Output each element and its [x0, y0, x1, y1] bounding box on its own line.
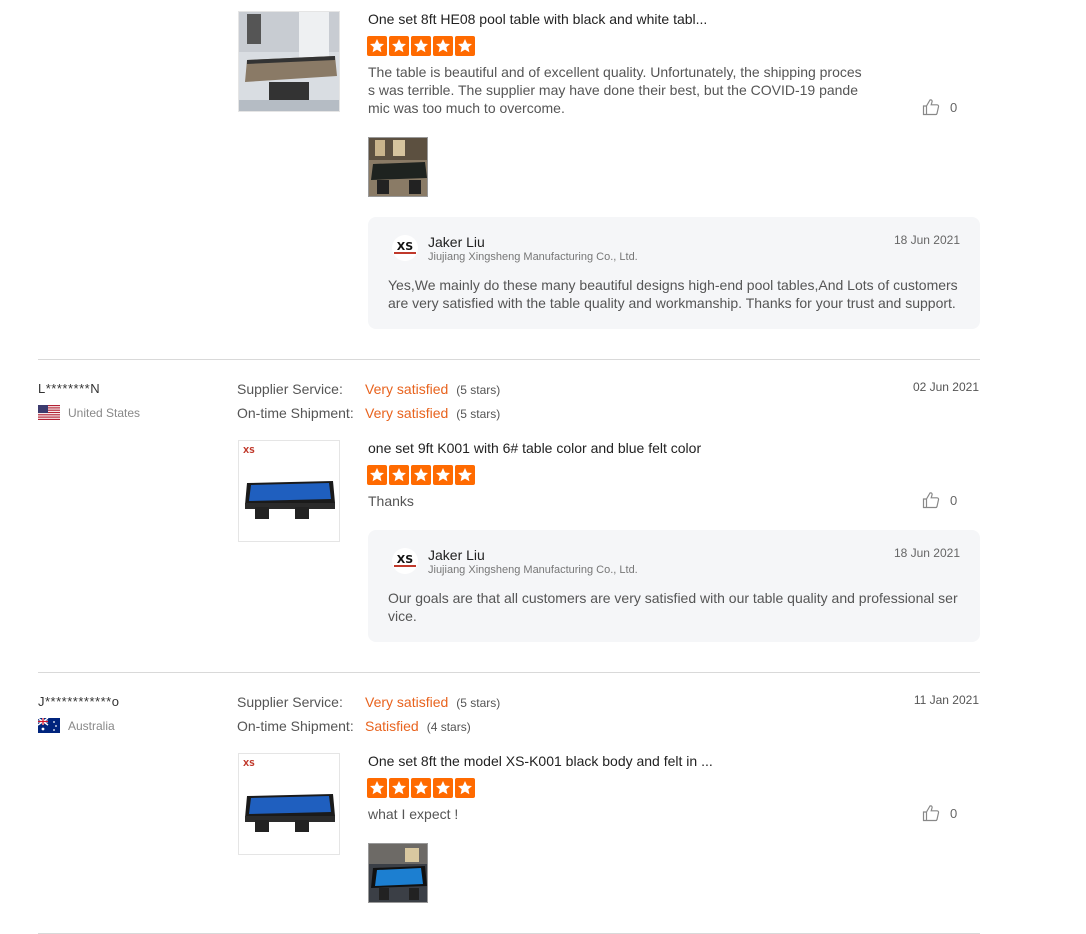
rating-stars: (4 stars) — [426, 720, 471, 734]
review-photo[interactable] — [368, 843, 428, 903]
product-title[interactable]: One set 8ft the model XS-K001 black body… — [368, 753, 713, 769]
divider — [38, 359, 980, 360]
supplier-service-rating: Supplier Service: Very satisfied (5 star… — [237, 381, 500, 397]
buyer-name: J************o — [38, 694, 120, 709]
star-icon — [367, 36, 387, 56]
product-title[interactable]: One set 8ft HE08 pool table with black a… — [368, 11, 707, 27]
reply-date: 18 Jun 2021 — [893, 233, 960, 247]
rating-value: Very satisfied — [365, 381, 449, 397]
buyer-country: United States — [38, 405, 140, 420]
buyer-name: L********N — [38, 381, 101, 396]
like-count: 0 — [950, 492, 958, 508]
svg-text:XS: XS — [397, 240, 413, 253]
rating-value: Very satisfied — [365, 405, 449, 421]
reply-date: 18 Jun 2021 — [893, 546, 960, 560]
review-text: what I expect ! — [368, 806, 459, 822]
review-text: Thanks — [368, 493, 414, 509]
company-logo: XS — [392, 235, 418, 261]
star-rating — [367, 465, 475, 485]
star-icon — [389, 36, 409, 56]
thumbs-up-icon — [922, 99, 940, 116]
shipment-rating: On-time Shipment: Very satisfied (5 star… — [237, 405, 500, 421]
seller-reply: XS Jaker Liu Jiujiang Xingsheng Manufact… — [368, 530, 980, 642]
review-text: The table is beautiful and of excellent … — [368, 64, 862, 116]
review-date: 02 Jun 2021 — [912, 380, 979, 394]
product-title[interactable]: one set 9ft K001 with 6# table color and… — [368, 440, 701, 456]
reply-text: Our goals are that all customers are ver… — [388, 590, 958, 624]
like-button[interactable]: 0 — [922, 804, 957, 822]
buyer-country: Australia — [38, 718, 115, 733]
star-icon — [367, 465, 387, 485]
star-icon — [455, 36, 475, 56]
svg-text:XS: XS — [397, 553, 413, 566]
thumbs-up-icon — [922, 805, 940, 822]
rating-stars: (5 stars) — [456, 383, 501, 397]
product-thumbnail[interactable]: XS — [238, 440, 340, 542]
rating-label: Supplier Service: — [237, 381, 343, 397]
country-name: Australia — [68, 718, 115, 733]
like-button[interactable]: 0 — [922, 98, 957, 116]
reply-text: Yes,We mainly do these many beautiful de… — [388, 277, 958, 311]
rating-stars: (5 stars) — [456, 696, 501, 710]
seller-reply: XS Jaker Liu Jiujiang Xingsheng Manufact… — [368, 217, 980, 329]
star-icon — [411, 36, 431, 56]
review-photo[interactable] — [368, 137, 428, 197]
star-rating — [367, 778, 475, 798]
reply-company: Jiujiang Xingsheng Manufacturing Co., Lt… — [428, 251, 638, 263]
review-date: 11 Jan 2021 — [913, 693, 979, 707]
star-icon — [433, 36, 453, 56]
like-count: 0 — [950, 805, 958, 821]
rating-value: Very satisfied — [365, 694, 449, 710]
reply-author: Jaker Liu — [428, 547, 485, 563]
product-thumbnail[interactable] — [238, 11, 340, 112]
svg-text:XS: XS — [243, 446, 255, 455]
star-icon — [367, 778, 387, 798]
star-icon — [433, 465, 453, 485]
supplier-service-rating: Supplier Service: Very satisfied (5 star… — [237, 694, 500, 710]
star-icon — [389, 465, 409, 485]
star-icon — [455, 465, 475, 485]
star-icon — [455, 778, 475, 798]
star-icon — [411, 778, 431, 798]
rating-label: Supplier Service: — [237, 694, 343, 710]
product-thumbnail[interactable]: XS — [238, 753, 340, 855]
rating-label: On-time Shipment: — [237, 718, 354, 734]
rating-stars: (5 stars) — [456, 407, 501, 421]
rating-label: On-time Shipment: — [237, 405, 354, 421]
reply-company: Jiujiang Xingsheng Manufacturing Co., Lt… — [428, 564, 638, 576]
shipment-rating: On-time Shipment: Satisfied (4 stars) — [237, 718, 471, 734]
thumbs-up-icon — [922, 492, 940, 509]
australia-flag-icon — [38, 718, 60, 733]
company-logo: XS — [392, 548, 418, 574]
star-icon — [433, 778, 453, 798]
reply-author: Jaker Liu — [428, 234, 485, 250]
divider — [38, 672, 980, 673]
star-icon — [411, 465, 431, 485]
rating-value: Satisfied — [365, 718, 419, 734]
like-button[interactable]: 0 — [922, 491, 957, 509]
like-count: 0 — [950, 99, 958, 115]
country-name: United States — [68, 405, 141, 420]
star-rating — [367, 36, 475, 56]
star-icon — [389, 778, 409, 798]
us-flag-icon — [38, 405, 60, 420]
svg-text:XS: XS — [243, 759, 255, 768]
